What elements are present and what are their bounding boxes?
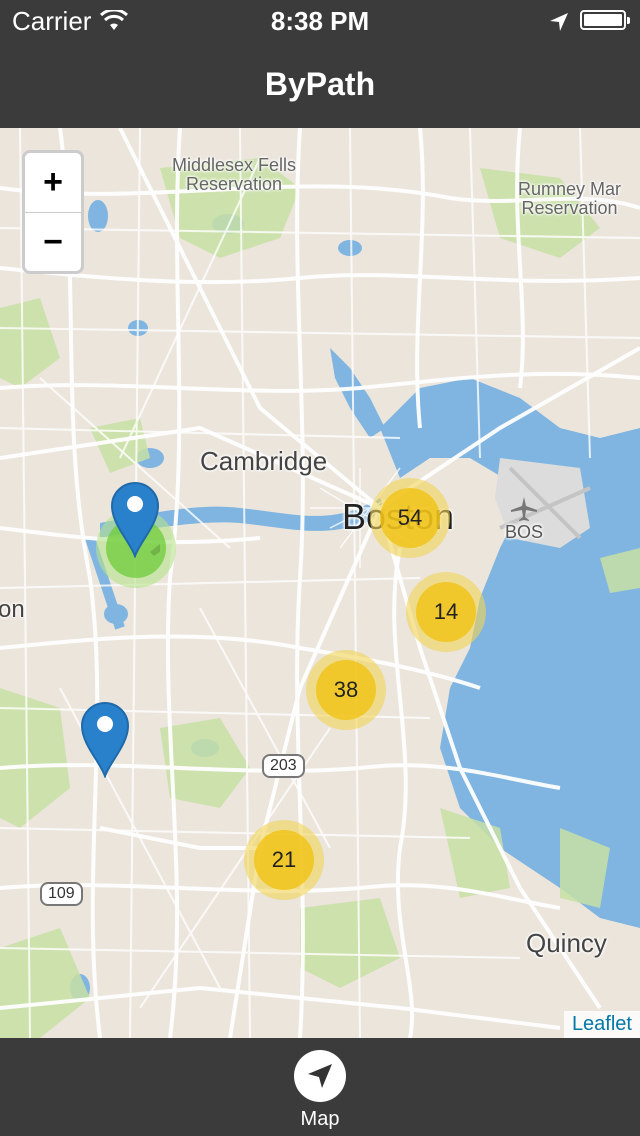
label-fells-line1: Middlesex Fells [172, 155, 297, 175]
status-bar: Carrier 8:38 PM [0, 0, 640, 40]
map-view[interactable]: Middlesex Fells Reservation Rumney Mar R… [0, 128, 640, 1038]
cluster-count: 21 [254, 830, 314, 890]
route-shield-203: 203 [262, 754, 305, 778]
map-pin-marker[interactable] [110, 480, 188, 559]
app-title: ByPath [264, 66, 376, 102]
map-pin-marker[interactable] [80, 700, 130, 779]
zoom-control: + − [22, 150, 84, 274]
label-rumney-marsh: Rumney Mar Reservation [518, 180, 621, 218]
leaflet-attribution-link[interactable]: Leaflet [563, 1011, 640, 1038]
zoom-in-button[interactable]: + [25, 153, 81, 212]
battery-icon [580, 10, 630, 30]
label-partial-city: on [0, 596, 25, 623]
map-tiles [0, 128, 640, 1038]
navigation-bar: ByPath [0, 40, 640, 129]
label-quincy: Quincy [526, 928, 607, 958]
label-rumney-line1: Rumney Mar [518, 179, 622, 199]
navigation-arrow-icon [294, 1050, 346, 1102]
tab-bar: Map [0, 1038, 640, 1136]
cluster-marker[interactable]: 38 [306, 650, 386, 730]
airplane-icon [511, 497, 537, 521]
clock: 8:38 PM [270, 6, 370, 36]
cluster-marker[interactable]: 54 [370, 478, 450, 558]
cluster-count: 38 [316, 660, 376, 720]
cluster-marker[interactable]: 21 [244, 820, 324, 900]
label-bos-text: BOS [505, 522, 544, 542]
label-bos-airport: BOS [505, 496, 543, 543]
label-fells-line2: Reservation [186, 174, 283, 194]
cluster-count: 54 [380, 488, 440, 548]
label-rumney-line2: Reservation [521, 198, 618, 218]
tab-map[interactable]: Map [270, 1038, 370, 1136]
location-arrow-icon [548, 9, 570, 40]
cluster-marker[interactable]: 14 [406, 572, 486, 652]
tab-map-label: Map [300, 1108, 340, 1130]
label-middlesex-fells: Middlesex Fells Reservation [172, 156, 296, 194]
route-shield-109: 109 [40, 882, 83, 906]
label-cambridge: Cambridge [200, 446, 328, 476]
map-pin-icon [110, 482, 188, 559]
cluster-count: 14 [416, 582, 476, 642]
map-pin-icon [80, 702, 130, 779]
zoom-out-button[interactable]: − [25, 212, 81, 271]
